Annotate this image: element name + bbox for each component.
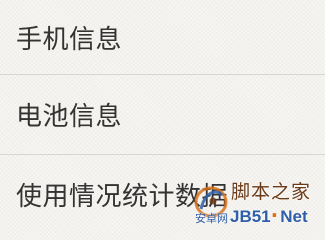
menu-item-battery-info[interactable]: 电池信息 [0, 75, 325, 154]
settings-menu-list: 手机信息 电池信息 使用情况统计数据 [0, 0, 325, 233]
menu-item-usage-stats[interactable]: 使用情况统计数据 [0, 155, 325, 233]
menu-item-phone-info[interactable]: 手机信息 [0, 0, 325, 74]
menu-item-label: 电池信息 [16, 102, 123, 132]
menu-item-label: 使用情况统计数据 [16, 181, 229, 212]
menu-item-label: 手机信息 [16, 24, 123, 55]
